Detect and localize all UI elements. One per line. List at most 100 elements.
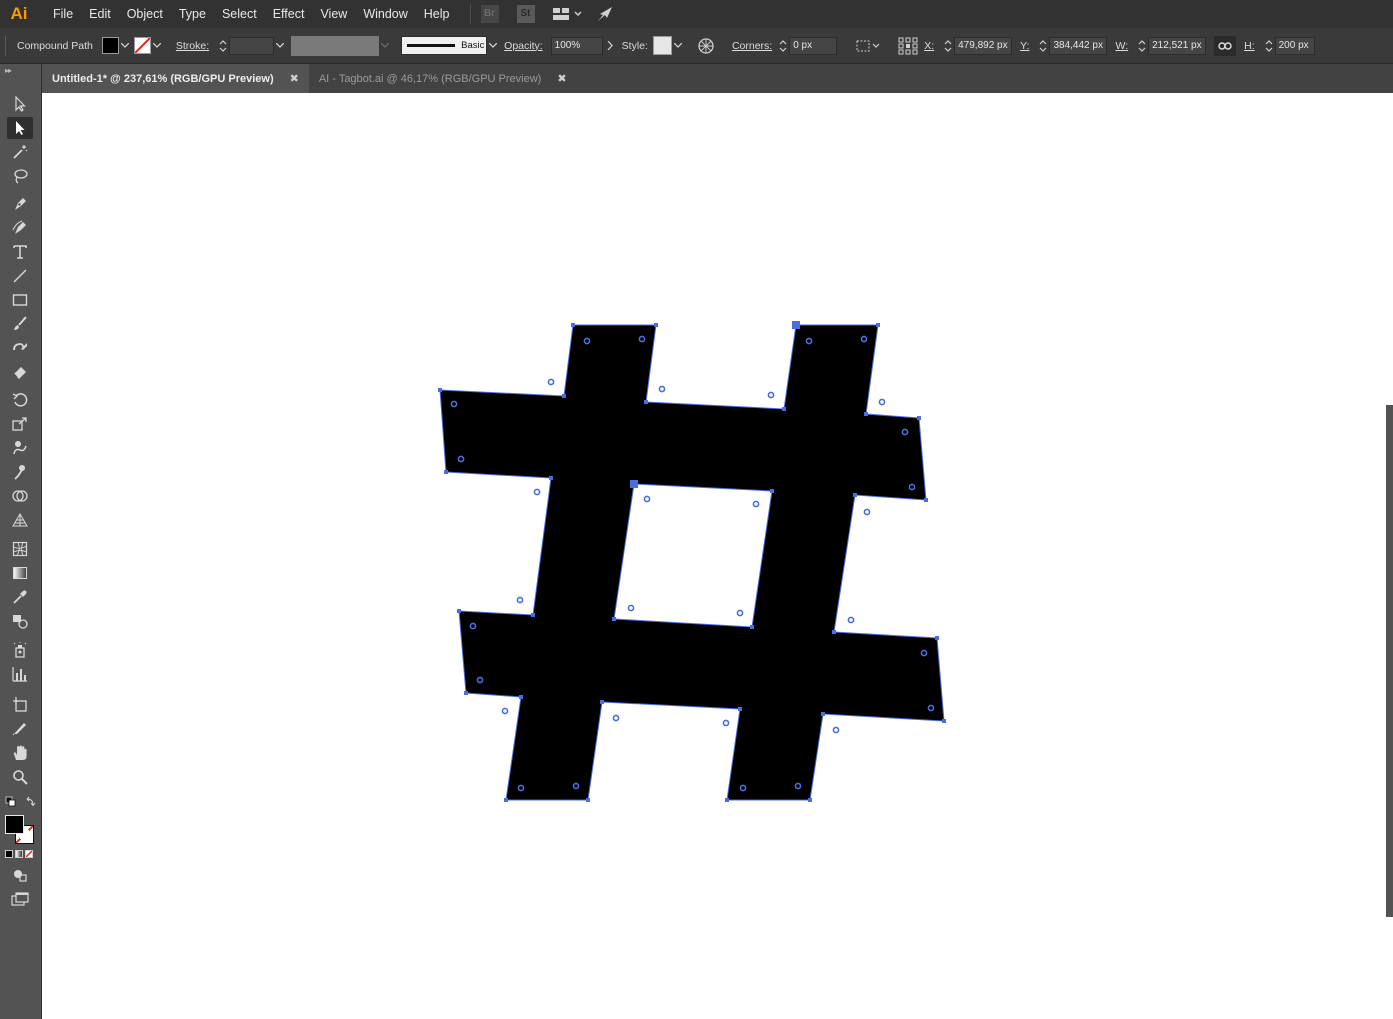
stroke-swatch[interactable] — [133, 37, 151, 54]
default-fill-stroke-icon[interactable] — [5, 796, 16, 807]
corners-label[interactable]: Corners: — [732, 40, 772, 52]
eraser-tool-icon[interactable] — [7, 361, 33, 383]
y-field[interactable]: 384,442 px — [1049, 36, 1108, 55]
vertical-scrollbar[interactable] — [1386, 405, 1393, 917]
app-logo: Ai — [10, 4, 28, 23]
fill-swatch[interactable] — [101, 37, 119, 54]
opacity-expand-icon[interactable] — [603, 37, 617, 55]
warp-tool-icon[interactable] — [7, 437, 33, 459]
profile-dropdown-icon[interactable] — [379, 37, 391, 55]
fill-stroke-widget — [5, 815, 35, 845]
menu-help[interactable]: Help — [416, 0, 458, 28]
graphic-style-swatch[interactable] — [652, 36, 672, 55]
paintbrush-tool-icon[interactable] — [7, 313, 33, 335]
artboard-canvas[interactable] — [42, 93, 1393, 1019]
shape-builder-tool-icon[interactable] — [7, 485, 33, 507]
select-similar-icon[interactable] — [856, 39, 880, 53]
gradient-tool-icon[interactable] — [7, 562, 33, 584]
slice-tool-icon[interactable] — [7, 717, 33, 739]
stock-button[interactable]: St — [516, 5, 535, 23]
rectangle-tool-icon[interactable] — [7, 289, 33, 311]
artboard-tool-icon[interactable] — [7, 693, 33, 715]
h-label[interactable]: H: — [1244, 40, 1255, 52]
stroke-weight-stepper[interactable] — [217, 37, 229, 55]
recolor-artwork-icon[interactable] — [698, 37, 714, 54]
h-stepper[interactable] — [1263, 37, 1275, 55]
w-stepper[interactable] — [1136, 37, 1148, 55]
direct-selection-tool-icon[interactable] — [7, 117, 33, 139]
constrain-proportions-icon[interactable] — [1214, 35, 1237, 56]
perspective-grid-tool-icon[interactable] — [7, 509, 33, 531]
hand-tool-icon[interactable] — [7, 742, 33, 764]
bridge-button[interactable]: Br — [480, 5, 499, 23]
opacity-label[interactable]: Opacity: — [504, 40, 543, 52]
h-field[interactable]: 200 px — [1274, 36, 1315, 55]
variable-width-profile[interactable] — [291, 35, 380, 56]
y-stepper[interactable] — [1037, 37, 1049, 55]
stroke-color-dropdown-icon[interactable] — [151, 37, 163, 55]
x-stepper[interactable] — [942, 37, 954, 55]
reference-point-icon[interactable] — [898, 37, 918, 55]
fill-dropdown-icon[interactable] — [119, 37, 131, 55]
close-icon[interactable]: ✖ — [290, 72, 299, 85]
menu-window[interactable]: Window — [355, 0, 415, 28]
corners-stepper[interactable] — [777, 37, 789, 55]
symbol-sprayer-tool-icon[interactable] — [7, 639, 33, 661]
scale-tool-icon[interactable] — [7, 413, 33, 435]
color-mode-button[interactable] — [5, 850, 13, 858]
blend-tool-icon[interactable] — [7, 610, 33, 632]
puppet-warp-tool-icon[interactable] — [7, 461, 33, 483]
brush-dropdown-icon[interactable] — [487, 37, 499, 55]
fill-color-box[interactable] — [5, 815, 24, 834]
menu-effect[interactable]: Effect — [265, 0, 313, 28]
arrange-documents-icon[interactable] — [552, 7, 583, 21]
stroke-weight-field[interactable] — [229, 36, 275, 55]
pen-tool-icon[interactable] — [7, 193, 33, 215]
selection-tool-icon[interactable] — [7, 93, 33, 115]
hashtag-compound-path[interactable] — [42, 93, 1393, 1019]
y-label[interactable]: Y: — [1020, 40, 1029, 52]
w-label[interactable]: W: — [1115, 40, 1128, 52]
menu-edit[interactable]: Edit — [81, 0, 119, 28]
menu-file[interactable]: File — [45, 0, 81, 28]
magic-wand-tool-icon[interactable] — [7, 141, 33, 163]
none-mode-button[interactable] — [25, 850, 33, 858]
menu-object[interactable]: Object — [119, 0, 171, 28]
eyedropper-tool-icon[interactable] — [7, 586, 33, 608]
shaper-tool-icon[interactable] — [7, 337, 33, 359]
line-segment-tool-icon[interactable] — [7, 265, 33, 287]
drawing-mode-icon[interactable] — [7, 864, 33, 886]
menu-type[interactable]: Type — [171, 0, 214, 28]
menu-items: File Edit Object Type Select Effect View… — [45, 0, 458, 28]
brush-preview — [407, 44, 456, 47]
stroke-weight-dropdown-icon[interactable] — [274, 37, 286, 55]
tools-panel: ▸▸ — [0, 64, 42, 1019]
curvature-tool-icon[interactable] — [7, 217, 33, 239]
lasso-tool-icon[interactable] — [7, 165, 33, 187]
rotate-tool-icon[interactable] — [7, 389, 33, 411]
type-tool-icon[interactable] — [7, 241, 33, 263]
swap-fill-stroke-icon[interactable] — [26, 796, 36, 807]
hashtag-shape[interactable] — [439, 324, 945, 801]
close-icon[interactable]: ✖ — [557, 72, 566, 85]
zoom-tool-icon[interactable] — [7, 766, 33, 788]
panel-grip-icon[interactable] — [4, 35, 8, 56]
tab-tagbot[interactable]: AI - Tagbot.ai @ 46,17% (RGB/GPU Preview… — [309, 64, 577, 93]
x-label[interactable]: X: — [924, 40, 934, 52]
screen-mode-icon[interactable] — [7, 888, 33, 910]
x-field[interactable]: 479,892 px — [954, 36, 1013, 55]
menu-select[interactable]: Select — [214, 0, 265, 28]
style-dropdown-icon[interactable] — [672, 37, 684, 55]
corners-field[interactable]: 0 px — [789, 36, 838, 55]
brush-definition[interactable]: Basic — [401, 36, 488, 55]
gradient-mode-button[interactable] — [15, 850, 23, 858]
tab-untitled-1[interactable]: Untitled-1* @ 237,61% (RGB/GPU Preview) … — [42, 64, 309, 93]
mesh-tool-icon[interactable] — [7, 538, 33, 560]
stroke-label[interactable]: Stroke: — [176, 40, 209, 52]
collapse-panel-icon[interactable]: ▸▸ — [5, 66, 12, 75]
column-graph-tool-icon[interactable] — [7, 663, 33, 685]
opacity-field[interactable]: 100% — [550, 36, 603, 55]
menu-view[interactable]: View — [312, 0, 355, 28]
rocket-icon[interactable] — [597, 6, 615, 22]
w-field[interactable]: 212,521 px — [1148, 36, 1207, 55]
